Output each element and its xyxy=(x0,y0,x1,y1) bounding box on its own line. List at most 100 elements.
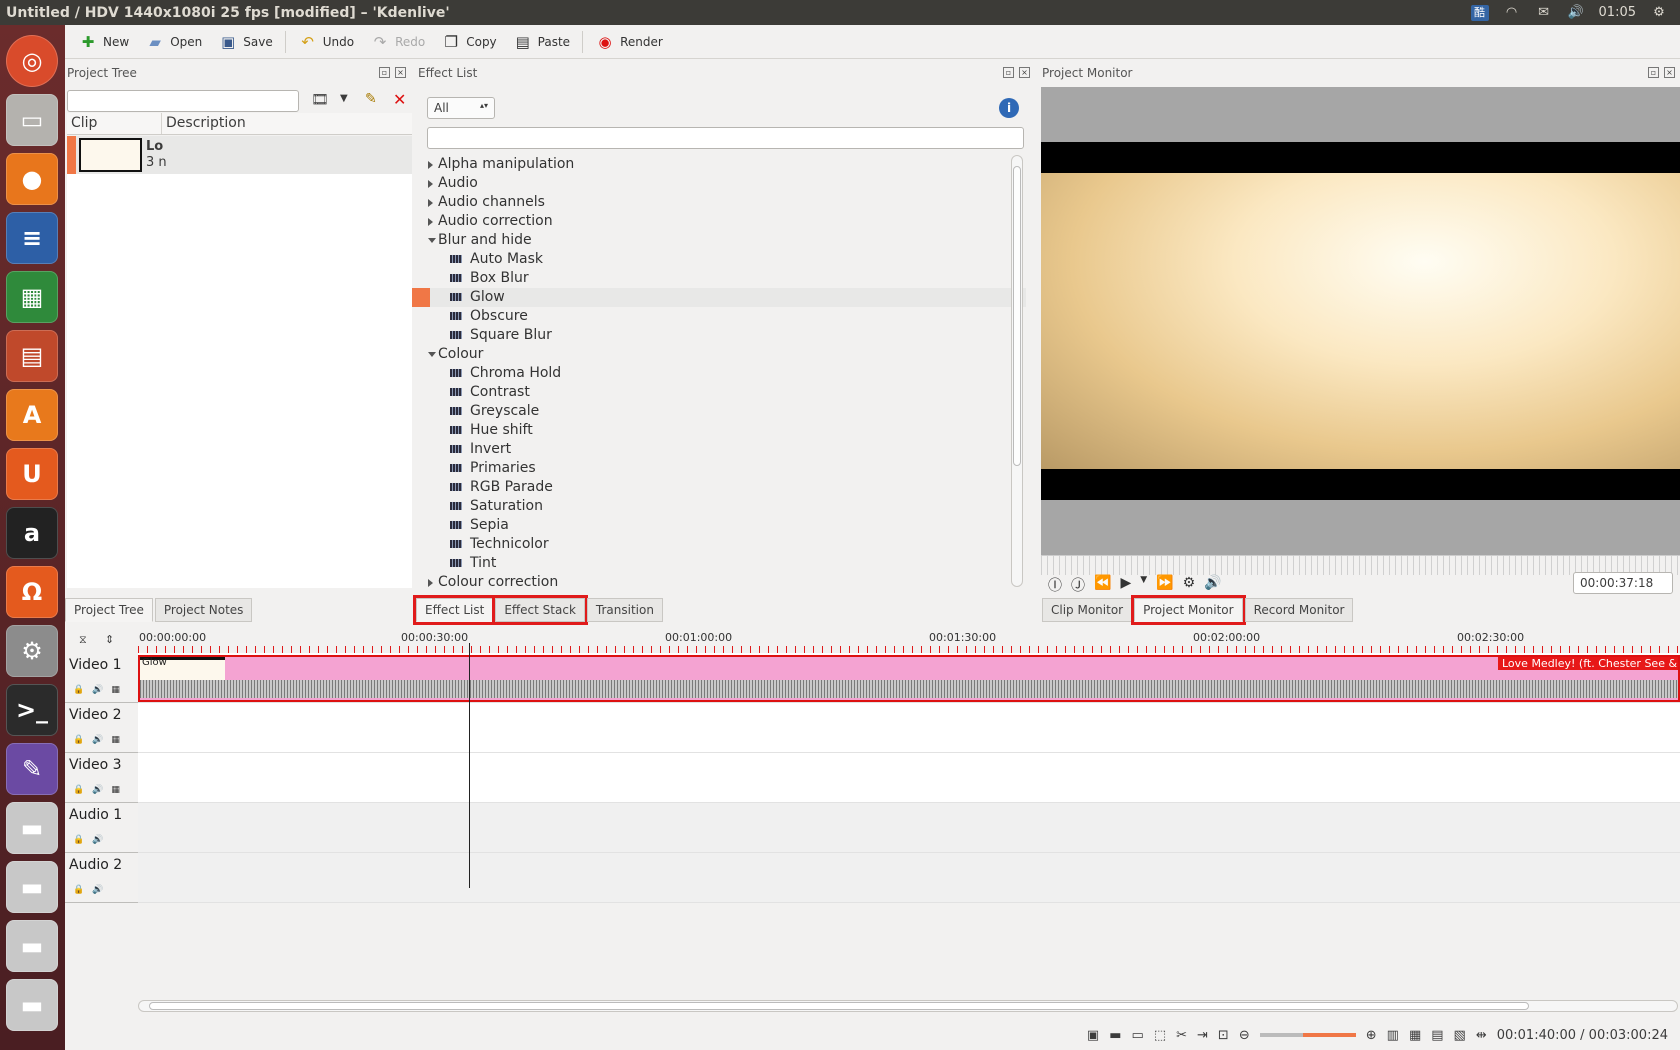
razor-tool-icon[interactable]: ✂ xyxy=(1176,1028,1187,1043)
zoom-in-icon[interactable]: ⊕ xyxy=(1366,1028,1377,1043)
render-preview-icon[interactable]: ▧ xyxy=(1454,1028,1466,1043)
track-lane[interactable] xyxy=(138,703,1680,753)
gear-icon[interactable]: ⚙ xyxy=(1650,5,1668,21)
impress-icon[interactable]: ▤ xyxy=(6,330,58,382)
info-icon[interactable]: i xyxy=(999,98,1019,118)
effect-item[interactable]: Invert xyxy=(426,440,1026,459)
drive-icon[interactable]: ▬ xyxy=(6,920,58,972)
set-zone-start-icon[interactable]: Ⓘ xyxy=(1048,575,1062,595)
zoom-out-icon[interactable]: ⊖ xyxy=(1239,1028,1250,1043)
rewind-icon[interactable]: ⏪ xyxy=(1094,575,1111,595)
undo-button[interactable]: ↶ Undo xyxy=(291,28,361,56)
effect-category[interactable]: Audio channels xyxy=(426,193,1026,212)
effect-category[interactable]: Audio xyxy=(426,174,1026,193)
play-icon[interactable]: ▶ xyxy=(1120,575,1131,595)
track-lane[interactable] xyxy=(138,753,1680,803)
track-lane[interactable] xyxy=(138,853,1680,903)
firefox-icon[interactable]: ● xyxy=(6,153,58,205)
track-header[interactable]: Video 2 🔒🔊▦ xyxy=(65,703,138,753)
track-controls-icon[interactable]: 🔒🔊 xyxy=(73,835,111,845)
volume-icon[interactable]: 🔊 xyxy=(1567,5,1585,21)
track-lane[interactable] xyxy=(138,803,1680,853)
writer-icon[interactable]: ≡ xyxy=(6,212,58,264)
kdenlive-icon[interactable]: ✎ xyxy=(6,743,58,795)
scroll-thumb[interactable] xyxy=(149,1002,1529,1010)
edit-clip-icon[interactable]: ✎ xyxy=(365,91,377,107)
expand-tracks-icon[interactable]: ⇕ xyxy=(105,633,114,646)
wifi-icon[interactable]: ◠ xyxy=(1503,5,1521,21)
close-icon[interactable]: × xyxy=(1019,67,1030,78)
list-item[interactable]: Lo 3 n xyxy=(67,136,412,174)
tab-effect-list[interactable]: Effect List xyxy=(412,595,497,625)
forward-icon[interactable]: ⏩ xyxy=(1156,575,1173,595)
column-clip[interactable]: Clip xyxy=(67,113,162,134)
ripple-icon[interactable]: ⇹ xyxy=(1476,1028,1487,1043)
mail-icon[interactable]: ✉ xyxy=(1535,5,1553,21)
project-search-input[interactable] xyxy=(67,90,299,112)
collapse-tracks-icon[interactable]: ⧖ xyxy=(79,633,87,647)
tab-project-notes[interactable]: Project Notes xyxy=(154,598,253,622)
audio-thumbs-icon[interactable]: ▬ xyxy=(1109,1028,1121,1043)
delete-clip-icon[interactable]: ✕ xyxy=(393,90,406,109)
settings-icon[interactable]: ⚙ xyxy=(1183,575,1196,595)
timeline-scrollbar[interactable] xyxy=(138,1000,1678,1012)
settings-icon[interactable]: ⚙ xyxy=(6,625,58,677)
column-description[interactable]: Description xyxy=(162,113,412,134)
effect-item[interactable]: Primaries xyxy=(426,459,1026,478)
amazon-icon[interactable]: a xyxy=(6,507,58,559)
effect-item[interactable]: Square Blur xyxy=(426,326,1026,345)
tab-project-monitor[interactable]: Project Monitor xyxy=(1131,595,1246,625)
playhead[interactable] xyxy=(469,643,470,888)
zoom-slider[interactable] xyxy=(1259,1033,1356,1037)
effect-item[interactable]: Contrast xyxy=(426,383,1026,402)
effect-category[interactable]: Alpha manipulation xyxy=(426,155,1026,174)
effect-filter-select[interactable]: All ▴▾ xyxy=(427,97,495,119)
effect-search-input[interactable] xyxy=(427,127,1024,149)
drive-icon[interactable]: ▬ xyxy=(6,802,58,854)
track-controls-icon[interactable]: 🔒🔊▦ xyxy=(73,685,128,695)
scroll-thumb[interactable] xyxy=(1013,166,1021,466)
close-icon[interactable]: × xyxy=(395,67,406,78)
effect-item[interactable]: Glow xyxy=(412,288,1026,307)
track-header[interactable]: Audio 1 🔒🔊 xyxy=(65,803,138,853)
effect-category[interactable]: Colour xyxy=(426,345,1026,364)
input-method-icon[interactable]: 酷 xyxy=(1470,4,1489,21)
tab-effect-stack[interactable]: Effect Stack xyxy=(492,595,588,625)
effect-item[interactable]: Hue shift xyxy=(426,421,1026,440)
effect-item[interactable]: Chroma Hold xyxy=(426,364,1026,383)
timeline-view-icon[interactable]: ▤ xyxy=(1431,1028,1443,1043)
tab-clip-monitor[interactable]: Clip Monitor xyxy=(1042,598,1133,622)
effect-category[interactable]: Blur and hide xyxy=(426,231,1026,250)
track-controls-icon[interactable]: 🔒🔊 xyxy=(73,885,111,895)
monitor-screen[interactable] xyxy=(1041,87,1680,555)
effect-item[interactable]: Obscure xyxy=(426,307,1026,326)
drive-icon[interactable]: ▬ xyxy=(6,979,58,1031)
track-header[interactable]: Video 1 🔒🔊▦ xyxy=(65,653,138,703)
files-icon[interactable]: ▭ xyxy=(6,94,58,146)
software-center-icon[interactable]: A xyxy=(6,389,58,441)
video-thumbs-icon[interactable]: ▣ xyxy=(1087,1028,1099,1043)
close-icon[interactable]: × xyxy=(1664,67,1675,78)
timeline-ruler[interactable]: 00:00:00:00 00:00:30:00 00:01:00:00 00:0… xyxy=(138,631,1680,655)
ubuntu-one-icon[interactable]: U xyxy=(6,448,58,500)
effect-item[interactable]: Saturation xyxy=(426,497,1026,516)
ubuntu-one-music-icon[interactable]: Ω xyxy=(6,566,58,618)
volume-icon[interactable]: 🔊 xyxy=(1204,575,1221,595)
scrollbar[interactable] xyxy=(1011,155,1023,587)
copy-button[interactable]: ❐ Copy xyxy=(434,28,503,56)
calc-icon[interactable]: ▦ xyxy=(6,271,58,323)
effect-item[interactable]: RGB Parade xyxy=(426,478,1026,497)
effect-item[interactable]: Box Blur xyxy=(426,269,1026,288)
new-button[interactable]: ✚ New xyxy=(71,28,136,56)
effect-item[interactable]: Auto Mask xyxy=(426,250,1026,269)
effect-item[interactable]: Greyscale xyxy=(426,402,1026,421)
chevron-down-icon[interactable]: ▼ xyxy=(1140,575,1147,595)
open-button[interactable]: ▰ Open xyxy=(138,28,209,56)
chevron-down-icon[interactable]: ▼ xyxy=(340,93,348,104)
track-area[interactable]: Glow Love Medley! (ft. Chester See & K xyxy=(138,653,1680,903)
snap-icon[interactable]: ▦ xyxy=(1409,1028,1421,1043)
ubuntu-icon[interactable]: ◎ xyxy=(6,35,58,87)
set-zone-end-icon[interactable]: Ⓙ xyxy=(1071,575,1085,595)
float-icon[interactable]: ▫ xyxy=(379,67,390,78)
markers-icon[interactable]: ▭ xyxy=(1132,1028,1144,1043)
